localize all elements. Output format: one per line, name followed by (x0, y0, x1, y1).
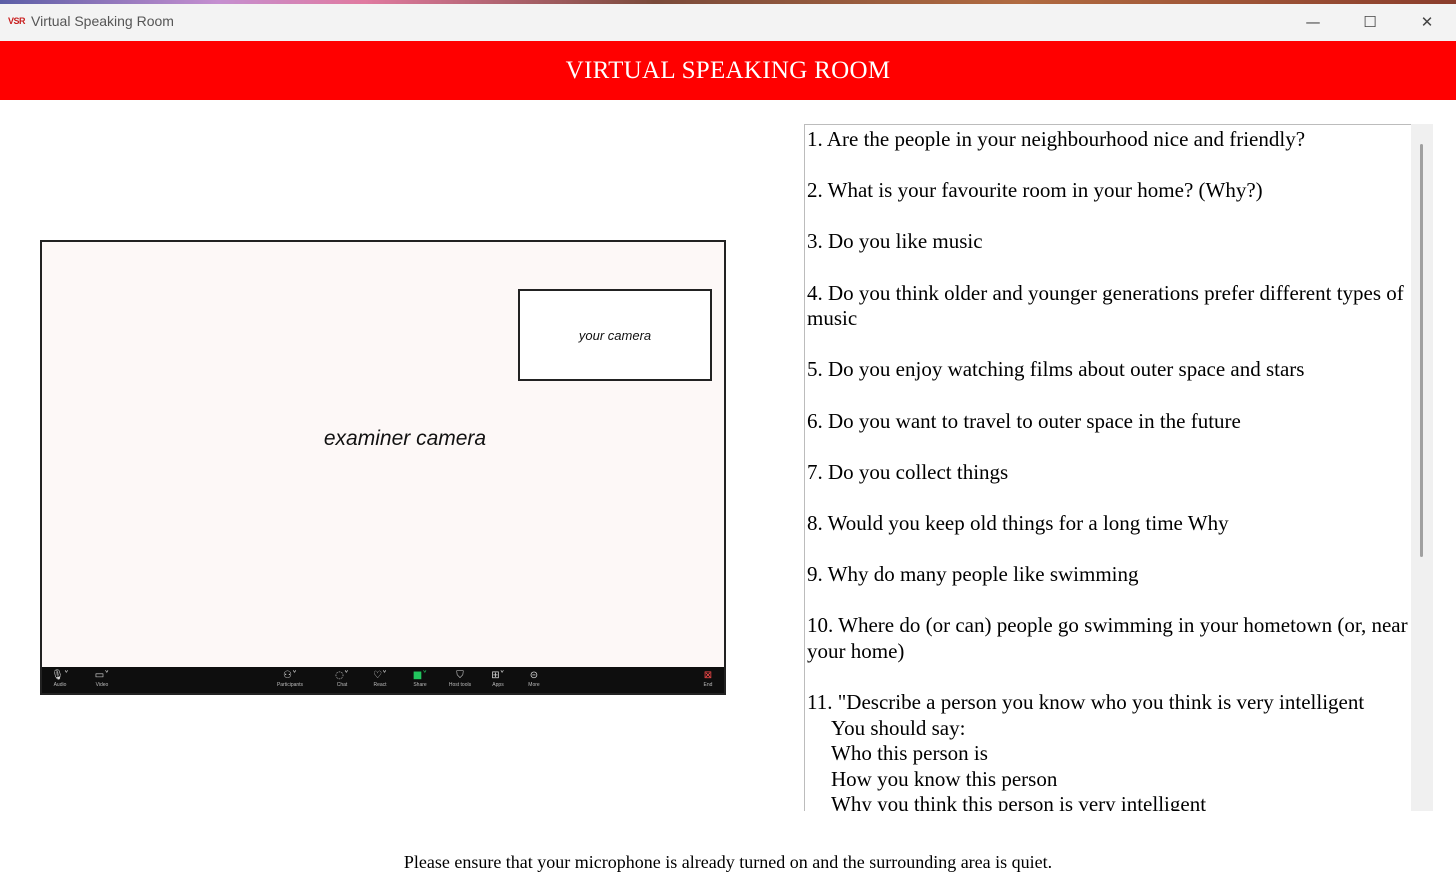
scrollbar-thumb[interactable] (1420, 144, 1423, 557)
question-item: 2. What is your favourite room in your h… (807, 178, 1263, 203)
questions-panel[interactable]: 1. Are the people in your neighbourhood … (804, 124, 1411, 811)
questions-scrollbar[interactable] (1411, 124, 1433, 811)
question-item: 10. Where do (or can) people go swimming… (807, 613, 1408, 663)
participants-button[interactable]: ⚇˅ Participants (276, 670, 304, 692)
toolbar-label: Audio (53, 682, 67, 688)
question-subline: Who this person is (831, 741, 988, 766)
self-camera-label: your camera (578, 327, 652, 343)
toolbar-label: React (373, 682, 387, 688)
page-title: VIRTUAL SPEAKING ROOM (565, 56, 891, 84)
meeting-toolbar: 🎙︎˅ Audio ▭˅ Video ⚇˅ Participants ◌˅ Ch… (42, 667, 724, 693)
mic-icon: 🎙︎˅ (51, 670, 69, 681)
question-item: 8. Would you keep old things for a long … (807, 510, 1229, 535)
video-camera-icon: ▭˅ (94, 670, 110, 681)
apps-icon: ⊞˅ (491, 670, 505, 681)
question-item: 4. Do you think older and younger genera… (807, 280, 1404, 331)
question-text: 11. "Describe a person you know who you … (807, 690, 1365, 715)
question-item: 5. Do you enjoy watching films about out… (807, 357, 1305, 382)
window-titlebar[interactable]: VSR Virtual Speaking Room — ☐ ✕ (0, 4, 1456, 42)
toolbar-label: Chat (336, 682, 348, 688)
question-subline: How you know this person (831, 766, 1058, 791)
share-button[interactable]: ■˅ Share (406, 670, 434, 692)
question-item: 9. Why do many people like swimming (807, 562, 1139, 587)
toolbar-label: End (703, 682, 713, 688)
app-logo-icon: VSR (8, 16, 26, 26)
shield-icon: ⛉ (456, 670, 464, 681)
toolbar-label: More (528, 682, 540, 688)
minimize-button[interactable]: — (1290, 7, 1336, 37)
question-item: 11. "Describe a person you know who you … (807, 690, 1411, 811)
more-icon: ⊝ (529, 670, 539, 681)
app-header: VIRTUAL SPEAKING ROOM (0, 41, 1456, 100)
question-subline: You should say: (831, 715, 966, 740)
audio-button[interactable]: 🎙︎˅ Audio (46, 670, 74, 692)
toolbar-label: Share (413, 682, 427, 688)
maximize-button[interactable]: ☐ (1347, 7, 1393, 37)
window-title: Virtual Speaking Room (31, 13, 174, 29)
question-list: 1. Are the people in your neighbourhood … (805, 125, 1411, 811)
participants-icon: ⚇˅ (283, 670, 297, 681)
video-button[interactable]: ▭˅ Video (88, 670, 116, 692)
question-item: 1. Are the people in your neighbourhood … (807, 127, 1306, 151)
react-button[interactable]: ♡˅ React (366, 670, 394, 692)
heart-icon: ♡˅ (373, 670, 387, 681)
close-button[interactable]: ✕ (1404, 7, 1450, 37)
question-subline: Why you think this person is very intell… (831, 792, 1207, 811)
question-item: 6. Do you want to travel to outer space … (807, 408, 1241, 433)
question-item: 3. Do you like music (807, 229, 983, 254)
chat-button[interactable]: ◌˅ Chat (328, 670, 356, 692)
self-camera-panel: your camera (518, 289, 712, 381)
host-tools-button[interactable]: ⛉ Host tools (446, 670, 474, 692)
apps-button[interactable]: ⊞˅ Apps (484, 670, 512, 692)
toolbar-label: Participants (276, 682, 304, 688)
toolbar-label: Apps (492, 682, 504, 688)
toolbar-label: Host tools (448, 682, 472, 688)
minimize-icon: — (1305, 13, 1321, 31)
toolbar-label: Video (95, 682, 109, 688)
end-call-button[interactable]: ⊠ End (694, 670, 722, 692)
share-icon: ■˅ (412, 670, 428, 681)
examiner-camera-label: examiner camera (323, 427, 487, 450)
examiner-video-panel: your camera examiner camera 🎙︎˅ Audio ▭˅… (40, 240, 726, 695)
question-item: 7. Do you collect things (807, 459, 1009, 484)
close-icon: ✕ (1420, 13, 1434, 31)
end-call-icon: ⊠ (703, 670, 713, 681)
more-button[interactable]: ⊝ More (520, 670, 548, 692)
chat-icon: ◌˅ (335, 670, 349, 681)
footer-notice: Please ensure that your microphone is al… (403, 852, 1053, 872)
maximize-icon: ☐ (1363, 13, 1377, 31)
